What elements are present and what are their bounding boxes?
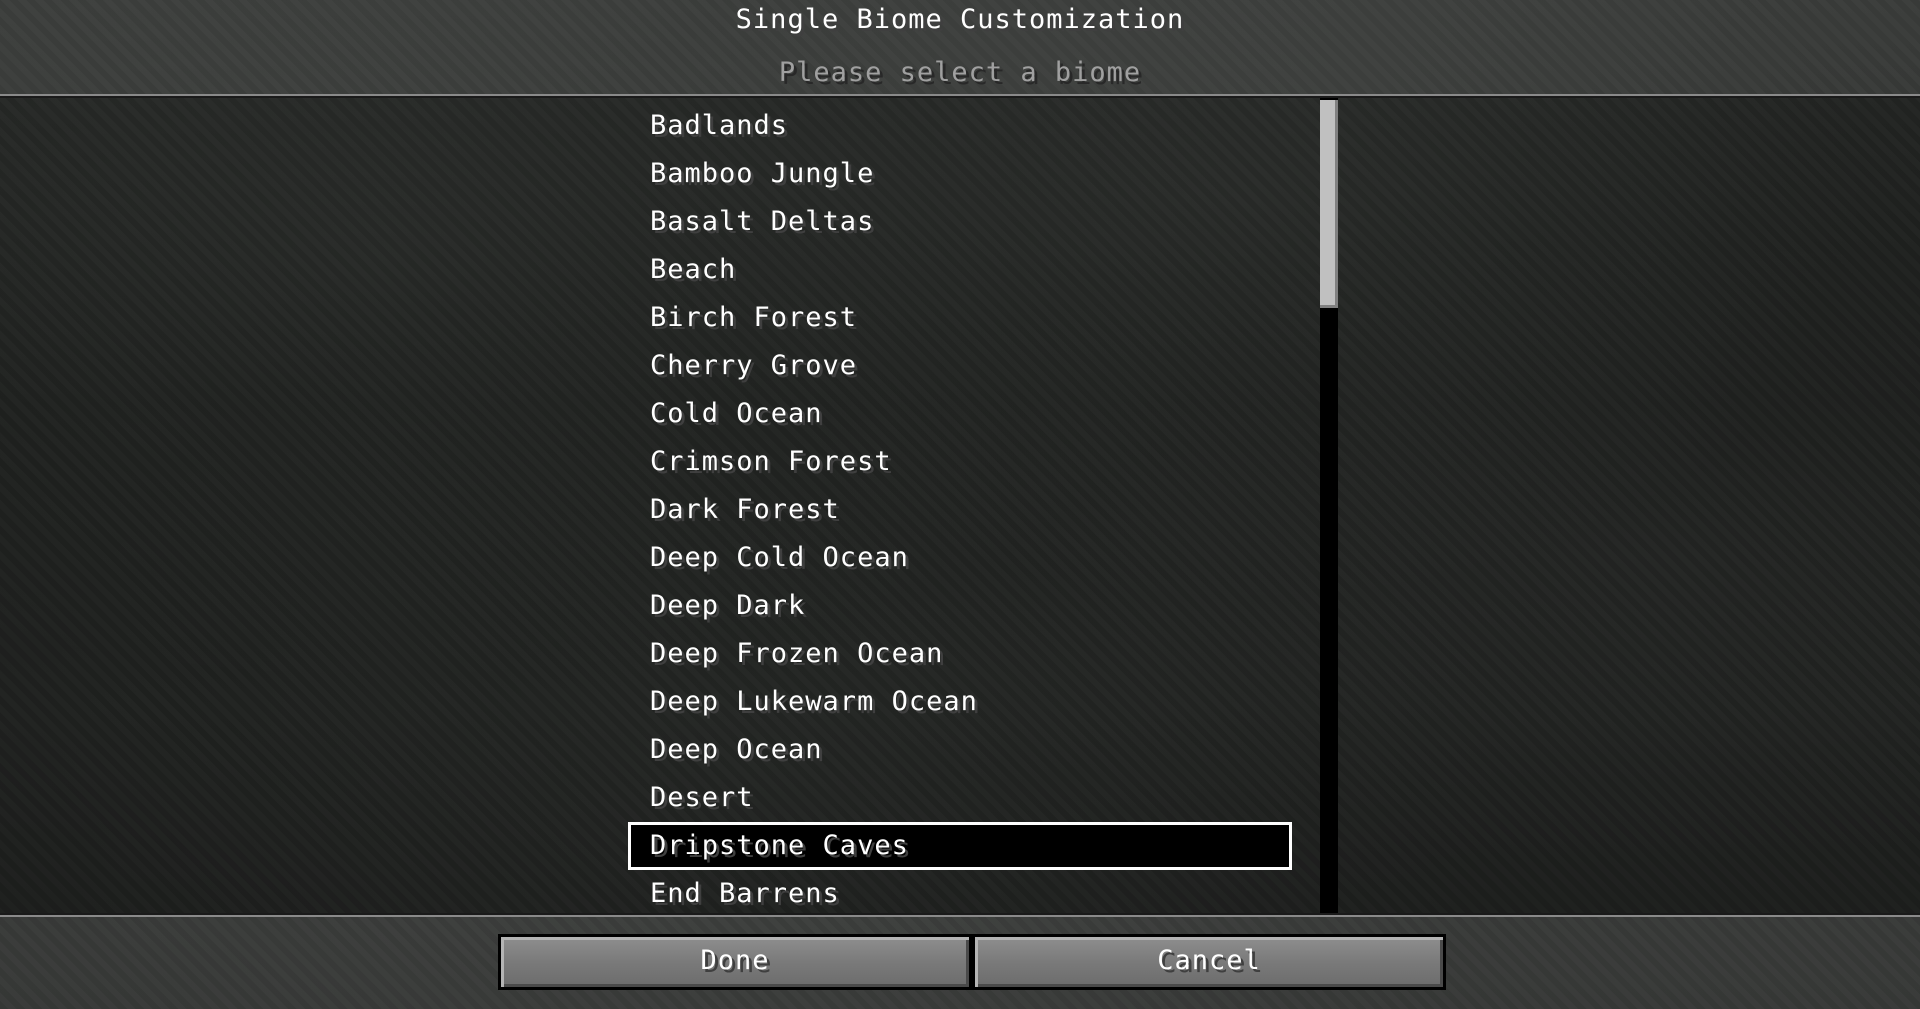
footer-divider (0, 913, 1920, 917)
done-button[interactable]: Done (498, 934, 972, 990)
scrollbar-thumb[interactable] (1320, 100, 1338, 308)
biome-list[interactable]: Badlands Bamboo Jungle Basalt Deltas Beach B… (628, 102, 1292, 913)
biome-list-item[interactable]: Deep Cold Ocean (628, 534, 1292, 582)
biome-list-item[interactable]: End Barrens (628, 870, 1292, 913)
header-divider (0, 94, 1920, 98)
biome-list-item[interactable]: Deep Lukewarm Ocean (628, 678, 1292, 726)
header: Single Biome Customization Please select… (0, 0, 1920, 94)
page-subtitle: Please select a biome (778, 57, 1142, 88)
page-title: Single Biome Customization (735, 4, 1185, 35)
biome-list-item[interactable]: Desert (628, 774, 1292, 822)
game-screen: Single Biome Customization Please select… (0, 0, 1920, 1009)
biome-list-item[interactable]: Beach (628, 246, 1292, 294)
biome-list-item[interactable]: Deep Frozen Ocean (628, 630, 1292, 678)
biome-list-item[interactable]: Birch Forest (628, 294, 1292, 342)
scrollbar[interactable] (1320, 98, 1338, 913)
biome-list-item[interactable]: Bamboo Jungle (628, 150, 1292, 198)
biome-list-item[interactable]: Dark Forest (628, 486, 1292, 534)
biome-list-item[interactable]: Badlands (628, 102, 1292, 150)
biome-list-item[interactable]: Basalt Deltas (628, 198, 1292, 246)
biome-list-item[interactable]: Deep Dark (628, 582, 1292, 630)
biome-list-item[interactable]: Cold Ocean (628, 390, 1292, 438)
biome-list-item[interactable]: Cherry Grove (628, 342, 1292, 390)
biome-list-item[interactable]: Crimson Forest (628, 438, 1292, 486)
cancel-button[interactable]: Cancel (972, 934, 1446, 990)
biome-list-item[interactable]: Dripstone Caves (628, 822, 1292, 870)
biome-list-item[interactable]: Deep Ocean (628, 726, 1292, 774)
